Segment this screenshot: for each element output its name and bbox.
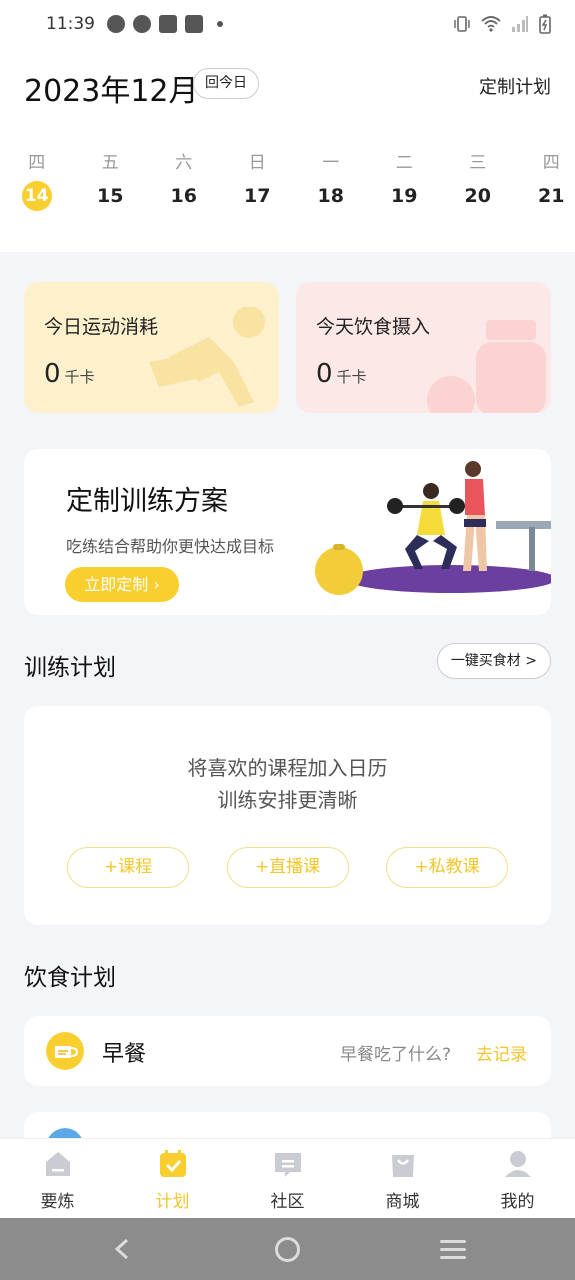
- day-item[interactable]: 一 18: [294, 148, 368, 214]
- more-notifications-icon: [217, 21, 223, 27]
- weekday-label: 五: [101, 153, 119, 173]
- breakfast-icon: [46, 1032, 84, 1070]
- status-time: 11:39: [46, 14, 95, 34]
- banner-title: 定制训练方案: [66, 486, 228, 517]
- calendar-header: 2023年12月 回今日 定制计划 四 14 五 15 六 16 日 17 一 18 二 1…: [0, 48, 575, 252]
- day-item[interactable]: 四 21: [515, 148, 575, 214]
- exercise-unit: 千卡: [64, 368, 95, 386]
- bottom-tab-bar: 要炼 计划 社区 商城 我的: [0, 1138, 575, 1218]
- training-plan-title: 训练计划: [24, 655, 116, 681]
- date-number: 15: [97, 185, 124, 207]
- day-item[interactable]: 五 15: [74, 148, 148, 214]
- home-circle-icon[interactable]: [275, 1237, 300, 1262]
- signal-icon: [512, 16, 528, 32]
- diet-plan-title: 饮食计划: [24, 965, 116, 991]
- bag-notification-icon: [159, 15, 177, 33]
- day-item[interactable]: 二 19: [368, 148, 442, 214]
- empty-plan-line1: 将喜欢的课程加入日历: [187, 756, 388, 780]
- weekday-label: 一: [322, 153, 340, 173]
- diet-unit: 千卡: [336, 368, 367, 386]
- buy-ingredients-button[interactable]: 一键买食材 >: [436, 643, 551, 679]
- app-notification-icon: [133, 15, 151, 33]
- training-plan-card: 将喜欢的课程加入日历 训练安排更清晰 +课程 +直播课 +私教课: [24, 706, 551, 925]
- weekday-label: 日: [248, 153, 266, 173]
- status-bar: 11:39: [0, 0, 575, 48]
- day-item[interactable]: 六 16: [147, 148, 221, 214]
- diet-calories-card[interactable]: 今天饮食摄入 0 千卡: [296, 282, 551, 413]
- vibrate-icon: [454, 16, 470, 32]
- weekday-label: 四: [28, 153, 46, 173]
- weekday-label: 二: [395, 153, 413, 173]
- weekday-label: 四: [542, 153, 560, 173]
- tab-mine-label: 我的: [500, 1192, 535, 1212]
- add-private-course-button[interactable]: +私教课: [386, 847, 508, 888]
- exercise-value: 0: [44, 359, 61, 389]
- empty-plan-message: 将喜欢的课程加入日历 训练安排更清晰: [24, 752, 551, 816]
- tab-plan-label: 计划: [155, 1192, 190, 1212]
- tab-home-label: 要炼: [40, 1192, 75, 1212]
- stat-cards: 今日运动消耗 0 千卡 今天饮食摄入 0 千卡: [24, 282, 551, 413]
- date-number: 19: [391, 185, 418, 207]
- tab-plan[interactable]: 计划: [115, 1139, 230, 1218]
- tab-shop[interactable]: 商城: [345, 1139, 460, 1218]
- home-icon: [45, 1152, 70, 1176]
- tab-mine[interactable]: 我的: [460, 1139, 575, 1218]
- week-strip: 四 14 五 15 六 16 日 17 一 18 二 19 三 20 四 21: [0, 148, 575, 214]
- day-item[interactable]: 四 14: [0, 148, 74, 214]
- bottle-decoration-icon: [427, 320, 546, 413]
- date-number: 18: [317, 185, 344, 207]
- breakfast-name: 早餐: [102, 1042, 147, 1067]
- date-number-selected: 14: [21, 181, 52, 211]
- weekday-label: 六: [175, 153, 193, 173]
- breakfast-record-link[interactable]: 去记录: [476, 1040, 527, 1065]
- tab-community[interactable]: 社区: [230, 1139, 345, 1218]
- custom-training-banner[interactable]: 定制训练方案 吃练结合帮助你更快达成目标 立即定制 ›: [24, 449, 551, 615]
- system-navigation-bar: [0, 1218, 575, 1280]
- add-plan-buttons: +课程 +直播课 +私教课: [67, 847, 508, 888]
- empty-plan-line2: 训练安排更清晰: [217, 788, 358, 812]
- back-to-today-button[interactable]: 回今日: [193, 68, 259, 99]
- runner-decoration-icon: [149, 307, 265, 407]
- custom-plan-link[interactable]: 定制计划: [479, 73, 551, 99]
- date-number: 17: [244, 185, 271, 207]
- weekday-label: 三: [469, 153, 487, 173]
- date-number: 21: [538, 185, 565, 207]
- battery-charging-icon: [539, 14, 551, 34]
- exercise-calories-card[interactable]: 今日运动消耗 0 千卡: [24, 282, 279, 413]
- recent-apps-icon[interactable]: [440, 1240, 466, 1260]
- breakfast-row[interactable]: 早餐 早餐吃了什么? 去记录: [24, 1016, 551, 1086]
- date-number: 16: [170, 185, 197, 207]
- tab-community-label: 社区: [270, 1192, 305, 1212]
- month-title: 2023年12月: [24, 74, 199, 109]
- diet-value: 0: [316, 359, 333, 389]
- shopping-bag-icon: [391, 1155, 414, 1177]
- calendar-check-icon: [159, 1150, 186, 1177]
- customize-now-button[interactable]: 立即定制 ›: [65, 567, 179, 602]
- settings-icon: [107, 15, 125, 33]
- wifi-icon: [481, 16, 501, 32]
- day-item[interactable]: 三 20: [441, 148, 515, 214]
- chat-icon: [274, 1153, 301, 1177]
- breakfast-question: 早餐吃了什么?: [339, 1045, 451, 1065]
- back-icon[interactable]: [112, 1238, 132, 1260]
- tab-home[interactable]: 要炼: [0, 1139, 115, 1218]
- workout-illustration-icon: [315, 461, 551, 595]
- bag-notification-icon: [185, 15, 203, 33]
- day-item[interactable]: 日 17: [221, 148, 295, 214]
- banner-subtitle: 吃练结合帮助你更快达成目标: [66, 537, 275, 556]
- customize-now-label: 立即定制: [84, 575, 149, 594]
- profile-icon: [504, 1151, 531, 1177]
- add-course-button[interactable]: +课程: [67, 847, 189, 888]
- date-number: 20: [464, 185, 491, 207]
- add-live-course-button[interactable]: +直播课: [226, 847, 349, 888]
- tab-shop-label: 商城: [385, 1192, 420, 1212]
